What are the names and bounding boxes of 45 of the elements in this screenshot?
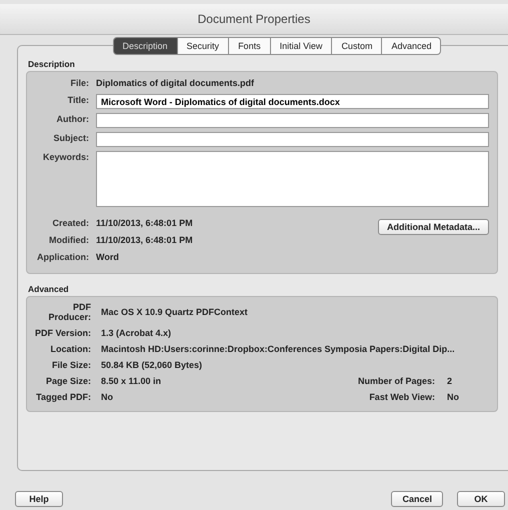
field-value: No — [447, 392, 460, 402]
window-title: Document Properties — [198, 12, 310, 26]
ok-button[interactable]: OK — [457, 491, 505, 507]
field-label: Created: — [51, 217, 90, 230]
tab[interactable]: Advanced — [382, 37, 442, 55]
field-label: Location: — [50, 344, 92, 354]
field-value: Word — [96, 251, 119, 264]
field-value: 1.3 (Acrobat 4.x) — [101, 328, 172, 338]
field-value: 11/10/2013, 6:48:01 PM — [96, 234, 193, 247]
field-label: Modified: — [48, 234, 90, 247]
field-label: Keywords: — [42, 151, 90, 164]
tab[interactable]: Custom — [332, 37, 382, 55]
field-label: Number of Pages: — [356, 376, 436, 386]
tab[interactable]: Security — [178, 37, 230, 55]
field-value: Diplomatics of digital documents.pdf — [96, 77, 254, 90]
cancel-button[interactable]: Cancel — [391, 491, 443, 507]
tab[interactable]: Fonts — [229, 37, 271, 55]
field-value: 50.84 KB (52,060 Bytes) — [101, 360, 204, 370]
field-value: 2 — [447, 376, 454, 386]
tab[interactable]: Initial View — [270, 37, 332, 55]
tab[interactable]: Description — [112, 37, 178, 55]
field-value: No — [101, 392, 114, 402]
field-label: Subject: — [52, 132, 90, 145]
field-label: Title: — [66, 94, 90, 107]
field-value: Macintosh HD:Users:corinne:Dropbox:Conferences Symposia Papers:Digital Dip... — [101, 344, 456, 354]
input-field[interactable]: Microsoft Word - Diplomatics of digital documents.docx — [96, 94, 489, 109]
field-label: Tagged PDF: — [35, 392, 92, 402]
field-label: Application: — [36, 251, 90, 264]
field-value: 8.50 x 11.00 in — [101, 376, 162, 386]
section-heading: Advanced — [28, 284, 70, 294]
section-heading: Description — [28, 59, 76, 69]
field-label: Page Size: — [44, 376, 92, 386]
field-label: File: — [69, 77, 90, 90]
help-button[interactable]: Help — [15, 491, 63, 507]
field-label: PDF Producer: — [47, 302, 92, 322]
input-field[interactable] — [96, 132, 489, 147]
field-label: Author: — [56, 113, 90, 126]
input-field[interactable] — [96, 113, 489, 128]
field-label: Fast Web View: — [368, 392, 436, 402]
keywords-field[interactable] — [96, 151, 489, 207]
field-label: File Size: — [50, 360, 92, 370]
additional-metadata-button[interactable]: Additional Metadata... — [378, 219, 489, 235]
field-value: 11/10/2013, 6:48:01 PM — [96, 217, 193, 230]
field-label: PDF Version: — [34, 328, 92, 338]
field-value: Mac OS X 10.9 Quartz PDFContext — [101, 307, 249, 317]
